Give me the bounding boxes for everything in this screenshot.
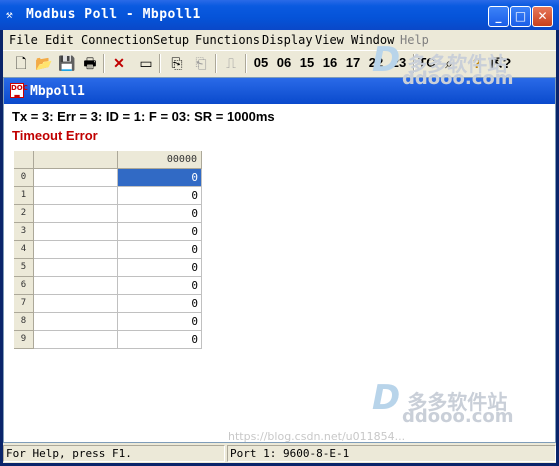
watermark-site: ddooo.com [402, 68, 514, 89]
status-port: Port 1: 9600-8-E-1 [227, 445, 556, 462]
modbus-poll-icon[interactable]: ⚒ [6, 7, 22, 23]
status-help-text: For Help, press F1. [3, 445, 225, 462]
toolbar-separator [159, 54, 161, 73]
watermark-logo: D [372, 378, 401, 418]
minimize-button[interactable]: _ [488, 6, 509, 27]
error-message: Timeout Error [12, 128, 98, 143]
row-header[interactable]: 6 [14, 277, 34, 295]
window-icon[interactable]: ▭ [136, 53, 156, 73]
menu-display[interactable]: Display [262, 33, 313, 47]
menu-setup[interactable]: Setup [153, 33, 189, 47]
value-cell[interactable]: 0 [118, 241, 202, 259]
menu-file[interactable]: File [9, 33, 38, 47]
toolbar-separator [103, 54, 105, 73]
column-header-name[interactable] [34, 151, 118, 169]
name-cell[interactable] [34, 169, 118, 187]
toolbar-separator [245, 54, 247, 73]
name-cell[interactable] [34, 223, 118, 241]
connect-icon[interactable]: ⎘ [167, 53, 187, 73]
value-cell[interactable]: 0 [118, 205, 202, 223]
watermark-top: D 多多软件站 ddooo.com [372, 40, 514, 89]
row-header[interactable]: 9 [14, 331, 34, 349]
value-cell[interactable]: 0 [118, 277, 202, 295]
watermark-logo: D [372, 40, 401, 80]
row-header[interactable]: 2 [14, 205, 34, 223]
status-bar: For Help, press F1. Port 1: 9600-8-E-1 [3, 444, 556, 463]
value-cell[interactable]: 0 [118, 187, 202, 205]
document-icon[interactable]: DOC ▬ [10, 83, 28, 100]
pulse-icon[interactable]: ⎍ [221, 53, 241, 73]
fc-15-button[interactable]: 15 [297, 53, 317, 73]
name-cell[interactable] [34, 277, 118, 295]
name-cell[interactable] [34, 241, 118, 259]
value-cell[interactable]: 0 [118, 223, 202, 241]
watermark-blog-url: https://blog.csdn.net/u011854... [228, 430, 406, 443]
poll-status-line: Tx = 3: Err = 3: ID = 1: F = 03: SR = 10… [12, 109, 275, 124]
row-header[interactable]: 7 [14, 295, 34, 313]
value-cell[interactable]: 0 [118, 331, 202, 349]
fc-16-button[interactable]: 16 [320, 53, 340, 73]
value-cell[interactable]: 0 [118, 169, 202, 187]
menu-functions[interactable]: Functions [195, 33, 260, 47]
watermark-site: ddooo.com [402, 406, 514, 427]
fc-05-button[interactable]: 05 [251, 53, 271, 73]
toolbar-separator [215, 54, 217, 73]
row-header[interactable]: 8 [14, 313, 34, 331]
print-icon[interactable]: 🖶 [80, 53, 100, 73]
row-header[interactable]: 0 [14, 169, 34, 187]
name-cell[interactable] [34, 295, 118, 313]
save-icon[interactable]: 💾 [57, 53, 77, 73]
fc-06-button[interactable]: 06 [274, 53, 294, 73]
watermark-bottom: D 多多软件站 ddooo.com [372, 378, 514, 427]
row-header[interactable]: 3 [14, 223, 34, 241]
column-header-address[interactable]: 00000 [118, 151, 202, 169]
disconnect-icon[interactable]: ⎗ [191, 53, 211, 73]
row-header[interactable]: 5 [14, 259, 34, 277]
value-cell[interactable]: 0 [118, 295, 202, 313]
name-cell[interactable] [34, 205, 118, 223]
menu-edit[interactable]: Edit [45, 33, 74, 47]
value-cell[interactable]: 0 [118, 259, 202, 277]
open-folder-icon[interactable]: 📂 [34, 53, 54, 73]
fc-17-button[interactable]: 17 [343, 53, 363, 73]
name-cell[interactable] [34, 331, 118, 349]
menu-connection[interactable]: Connection [81, 33, 153, 47]
row-header[interactable]: 1 [14, 187, 34, 205]
name-cell[interactable] [34, 187, 118, 205]
new-file-icon[interactable]: 🗋 [11, 53, 31, 73]
row-header[interactable]: 4 [14, 241, 34, 259]
child-window-title: Mbpoll1 [30, 84, 85, 99]
close-button[interactable]: ✕ [532, 6, 553, 27]
corner-header[interactable] [14, 151, 34, 169]
title-bar[interactable]: ⚒ Modbus Poll - Mbpoll1 _ □ ✕ [0, 0, 559, 30]
name-cell[interactable] [34, 259, 118, 277]
delete-icon[interactable]: ✕ [109, 53, 129, 73]
name-cell[interactable] [34, 313, 118, 331]
value-cell[interactable]: 0 [118, 313, 202, 331]
app-window: ⚒ Modbus Poll - Mbpoll1 _ □ ✕ File Edit … [0, 0, 559, 466]
window-title: Modbus Poll - Mbpoll1 [26, 7, 201, 22]
menu-view[interactable]: View [315, 33, 344, 47]
maximize-button[interactable]: □ [510, 6, 531, 27]
